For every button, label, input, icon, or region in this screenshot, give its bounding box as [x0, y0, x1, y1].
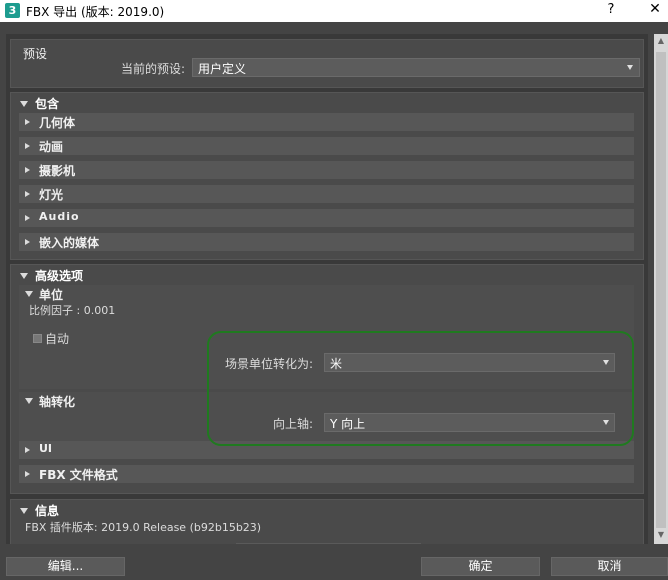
triangle-right-icon	[25, 239, 30, 245]
progress-stub	[236, 543, 421, 544]
current-preset-label: 当前的预设:	[121, 62, 186, 76]
scroll-up-icon[interactable]: ▲	[654, 36, 668, 48]
rollout-fbx-file-format[interactable]: FBX 文件格式	[19, 465, 634, 483]
presets-title: 预设	[23, 47, 48, 61]
preset-value: 用户定义	[198, 62, 247, 76]
presets-section: 预设 当前的预设: 用户定义	[10, 39, 644, 88]
ok-button[interactable]: 确定	[421, 557, 540, 576]
triangle-right-icon	[25, 191, 30, 197]
triangle-down-icon[interactable]	[20, 508, 28, 514]
include-section: 包含 几何体 动画 摄影机 灯光 Audio 嵌入的媒体	[10, 92, 644, 260]
automatic-checkbox[interactable]	[33, 334, 42, 343]
rollout-animation[interactable]: 动画	[19, 137, 634, 155]
triangle-right-icon	[25, 447, 30, 453]
info-title[interactable]: 信息	[35, 502, 59, 519]
scroll-down-icon[interactable]: ▼	[654, 530, 668, 542]
rollout-label: 几何体	[39, 116, 76, 130]
cancel-button[interactable]: 取消	[551, 557, 668, 576]
rollout-label: 嵌入的媒体	[39, 236, 100, 250]
triangle-down-icon[interactable]	[25, 398, 33, 404]
plugin-version-text: FBX 插件版本: 2019.0 Release (b92b15b23)	[25, 521, 262, 534]
title-bar: 3 FBX 导出 (版本: 2019.0) ? ✕	[0, 0, 668, 22]
chevron-down-icon	[627, 65, 633, 70]
triangle-right-icon	[25, 215, 30, 221]
scroll-thumb[interactable]	[656, 52, 666, 528]
rollout-panel: 预设 当前的预设: 用户定义 包含 几何体 动画 摄影机 灯光 Audio 嵌入…	[6, 34, 648, 544]
triangle-down-icon[interactable]	[20, 101, 28, 107]
automatic-label[interactable]: 自动	[45, 330, 69, 347]
triangle-down-icon[interactable]	[20, 273, 28, 279]
app-icon: 3	[5, 3, 20, 18]
highlight-outline	[207, 331, 634, 446]
rollout-label: 动画	[39, 140, 64, 154]
rollout-label: 摄影机	[39, 164, 76, 178]
triangle-down-icon[interactable]	[25, 291, 33, 297]
axis-conversion-title[interactable]: 轴转化	[39, 393, 75, 410]
rollout-label: Audio	[39, 210, 80, 223]
info-section: 信息 FBX 插件版本: 2019.0 Release (b92b15b23)	[10, 499, 644, 544]
scale-factor-text: 比例因子 : 0.001	[29, 304, 116, 317]
rollout-label: 灯光	[39, 188, 64, 202]
help-button[interactable]: ?	[603, 2, 619, 20]
preset-dropdown[interactable]: 用户定义	[192, 58, 640, 77]
include-title[interactable]: 包含	[35, 95, 59, 112]
rollout-audio[interactable]: Audio	[19, 209, 634, 227]
edit-button[interactable]: 编辑...	[6, 557, 125, 576]
triangle-right-icon	[25, 471, 30, 477]
close-button[interactable]: ✕	[645, 1, 665, 21]
triangle-right-icon	[25, 119, 30, 125]
window-title: FBX 导出 (版本: 2019.0)	[26, 5, 165, 19]
rollout-label: FBX 文件格式	[39, 468, 118, 482]
units-title[interactable]: 单位	[39, 286, 63, 303]
rollout-geometry[interactable]: 几何体	[19, 113, 634, 131]
triangle-right-icon	[25, 143, 30, 149]
rollout-embedded-media[interactable]: 嵌入的媒体	[19, 233, 634, 251]
vertical-scrollbar[interactable]: ▲ ▼	[654, 34, 668, 544]
triangle-right-icon	[25, 167, 30, 173]
advanced-title[interactable]: 高级选项	[35, 267, 83, 284]
rollout-cameras[interactable]: 摄影机	[19, 161, 634, 179]
rollout-lights[interactable]: 灯光	[19, 185, 634, 203]
rollout-label: UI	[39, 442, 53, 455]
